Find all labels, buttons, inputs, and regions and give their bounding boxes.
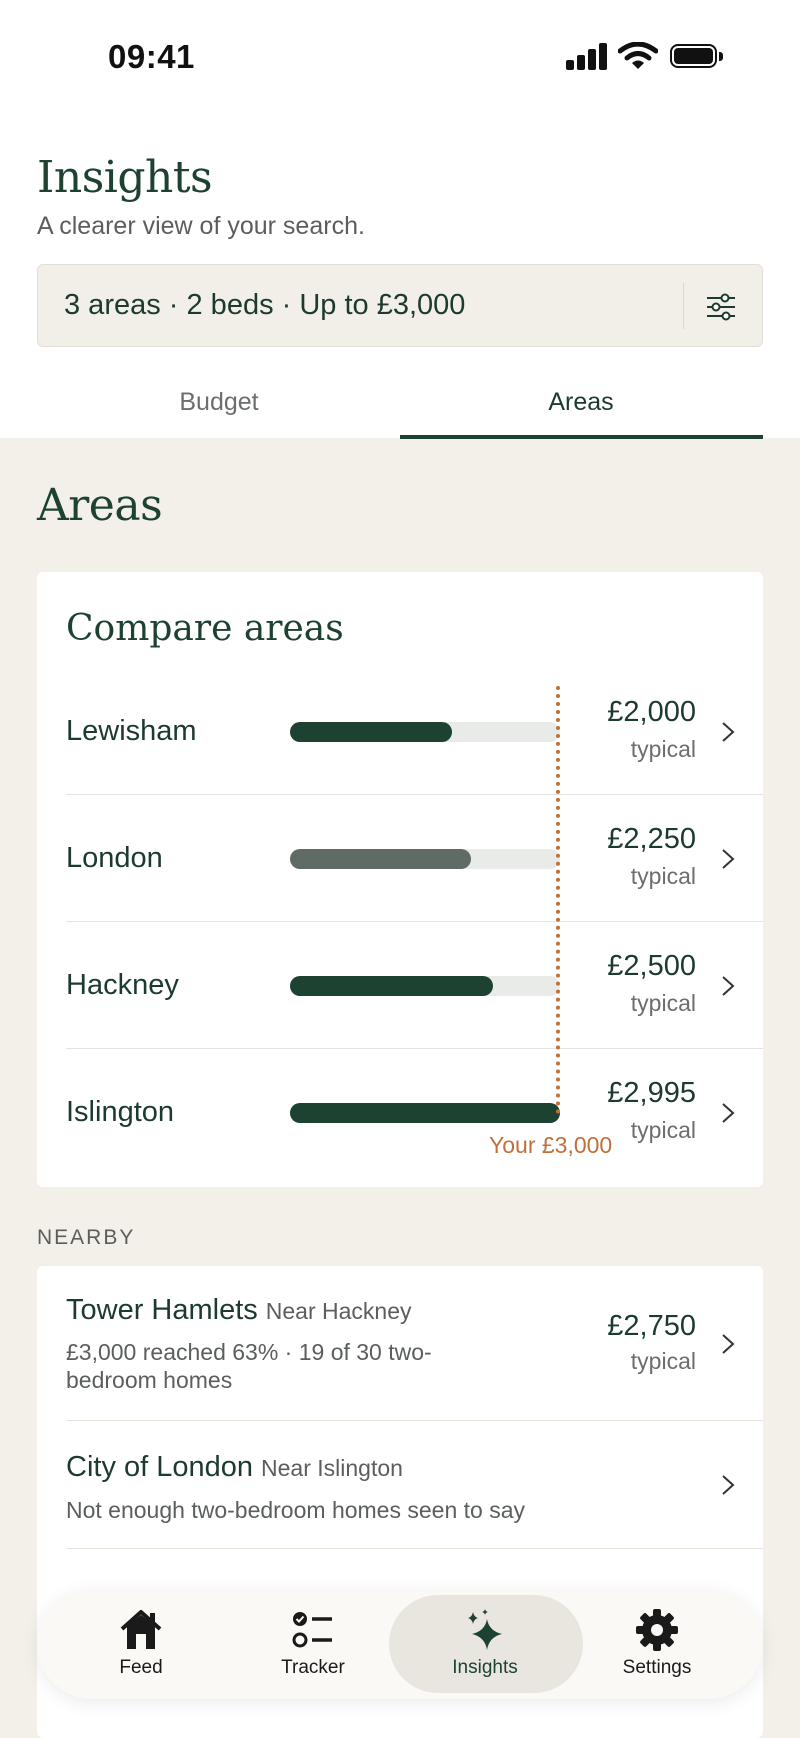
chevron-right-icon	[722, 722, 735, 742]
area-price-note: typical	[630, 736, 696, 762]
area-price: £2,000	[607, 696, 696, 728]
tab-budget[interactable]: Budget	[37, 388, 401, 417]
compare-areas-title: Compare areas	[66, 608, 344, 649]
gear-icon	[636, 1609, 678, 1651]
nav-label: Feed	[119, 1657, 163, 1678]
nearby-area-tag: Near Hackney	[265, 1298, 412, 1324]
price-bar-fill	[290, 722, 452, 742]
chevron-right-icon	[722, 849, 735, 869]
nearby-row-tower-hamlets[interactable]: Tower Hamlets Near Hackney £3,000 reached…	[37, 1266, 763, 1421]
area-price: £2,250	[607, 823, 696, 855]
header-panel: 09:41 Insights A clearer view of your se…	[0, 0, 800, 439]
area-name: Hackney	[66, 969, 179, 1001]
area-price-note: typical	[630, 990, 696, 1016]
area-name: London	[66, 842, 163, 874]
compare-areas-card: Compare areas Lewisham £2,000 typical Lo…	[37, 572, 763, 1187]
nearby-area-name: Tower Hamlets Near Hackney	[66, 1294, 412, 1327]
budget-marker-line	[556, 686, 560, 1114]
active-tab-indicator	[400, 435, 763, 439]
nav-feed[interactable]: Feed	[55, 1589, 227, 1699]
battery-icon	[670, 44, 723, 68]
nearby-area-title: City of London	[66, 1451, 254, 1483]
nearby-area-price: £2,750	[607, 1310, 696, 1342]
area-price: £2,995	[607, 1077, 696, 1109]
page-subtitle: A clearer view of your search.	[37, 212, 365, 240]
chevron-right-icon	[722, 976, 735, 996]
nav-label: Tracker	[281, 1657, 345, 1678]
price-bar	[290, 976, 560, 996]
nearby-area-title: Tower Hamlets	[66, 1294, 258, 1326]
search-filter-bar[interactable]: 3 areas · 2 beds · Up to £3,000	[37, 264, 763, 347]
chevron-right-icon	[722, 1475, 735, 1495]
nav-label: Settings	[622, 1657, 692, 1678]
price-bar-fill	[290, 1103, 560, 1123]
filter-divider	[683, 283, 684, 329]
status-time: 09:41	[108, 38, 195, 75]
page-title: Insights	[37, 152, 213, 203]
tab-areas[interactable]: Areas	[399, 388, 763, 417]
sparkle-icon	[468, 1609, 502, 1650]
nearby-row-city-of-london[interactable]: City of London Near Islington Not enough …	[37, 1421, 763, 1549]
area-row-hackney[interactable]: Hackney £2,500 typical	[37, 922, 763, 1049]
price-bar	[290, 849, 560, 869]
nearby-area-name: City of London Near Islington	[66, 1451, 403, 1484]
price-bar-fill	[290, 976, 493, 996]
area-name: Lewisham	[66, 715, 197, 747]
row-divider	[66, 1548, 763, 1549]
nearby-area-description: £3,000 reached 63% · 19 of 30 two-bedroo…	[66, 1339, 432, 1393]
area-price-note: typical	[630, 1117, 696, 1143]
price-bar-fill	[290, 849, 471, 869]
nearby-section-label: NEARBY	[37, 1226, 136, 1249]
chevron-right-icon	[722, 1334, 735, 1354]
checklist-icon	[292, 1612, 332, 1648]
price-bar	[290, 722, 560, 742]
area-price-note: typical	[630, 863, 696, 889]
nav-label: Insights	[452, 1657, 518, 1678]
nearby-area-tag: Near Islington	[261, 1455, 403, 1481]
signal-icon	[566, 42, 608, 70]
bottom-nav: Feed Tracker Insights Settings	[37, 1589, 763, 1699]
sliders-icon[interactable]	[704, 290, 738, 324]
area-row-islington[interactable]: Islington £2,995 typical	[37, 1049, 763, 1176]
section-title: Areas	[37, 480, 163, 531]
chevron-right-icon	[722, 1103, 735, 1123]
nav-tracker[interactable]: Tracker	[227, 1589, 399, 1699]
filter-summary: 3 areas · 2 beds · Up to £3,000	[64, 289, 466, 321]
nav-insights[interactable]: Insights	[399, 1589, 571, 1699]
price-bar	[290, 1103, 560, 1123]
area-row-lewisham[interactable]: Lewisham £2,000 typical	[37, 668, 763, 795]
area-price: £2,500	[607, 950, 696, 982]
budget-marker-label: Your £3,000	[489, 1132, 613, 1158]
area-name: Islington	[66, 1096, 175, 1128]
home-icon	[120, 1610, 162, 1649]
nearby-area-price-note: typical	[630, 1348, 696, 1374]
nearby-area-description: Not enough two-bedroom homes seen to say	[66, 1497, 525, 1523]
nav-settings[interactable]: Settings	[571, 1589, 743, 1699]
area-row-london[interactable]: London £2,250 typical	[37, 795, 763, 922]
wifi-icon	[618, 42, 658, 69]
